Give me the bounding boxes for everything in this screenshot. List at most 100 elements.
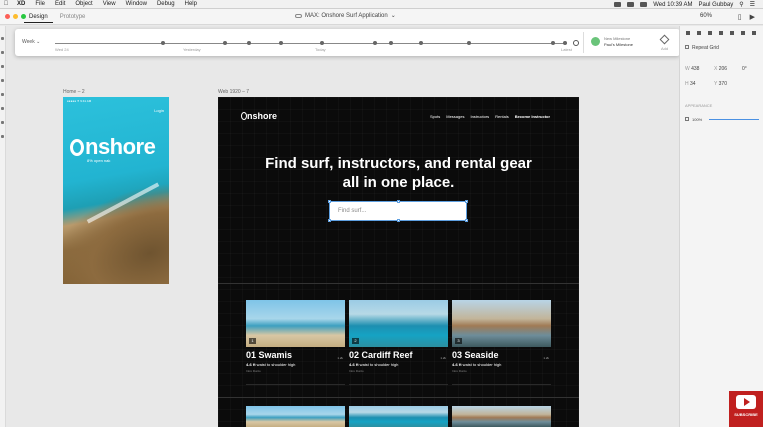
selection-handle[interactable] <box>397 200 400 203</box>
zoom-tool-icon[interactable] <box>1 135 4 138</box>
timeline-point[interactable] <box>161 41 165 45</box>
timeline-point[interactable] <box>320 41 324 45</box>
artboard-label-web[interactable]: Web 1920 – 7 <box>218 89 249 95</box>
timeline-point[interactable] <box>279 41 283 45</box>
web-artboard[interactable]: nshore Spots Messages Instructors Rental… <box>218 97 579 427</box>
menu-item-file[interactable]: File <box>30 1 50 7</box>
property-inspector: Repeat Grid W 438 X 206 0° H 34 Y 370 AP… <box>679 26 763 427</box>
nav-rentals[interactable]: Rentals <box>495 114 509 119</box>
timeline-current-marker[interactable] <box>573 40 579 46</box>
menubar-clock[interactable]: Wed 10:39 AM <box>653 2 692 8</box>
web-brand-text: nshore <box>247 111 278 121</box>
surf-spot-card[interactable]: 3 03 Seaside 1.2k 4-6 ft waist to should… <box>452 300 551 386</box>
rotation-field[interactable]: 0° <box>742 66 747 72</box>
card-meta: 1.2k <box>337 356 343 360</box>
y-field[interactable]: Y 370 <box>714 81 727 87</box>
search-icon[interactable]: ⚲ <box>739 1 743 8</box>
surf-spot-card-image[interactable] <box>349 406 448 427</box>
surf-spot-card[interactable]: 2 02 Cardiff Reef 1.2k 4-6 ft waist to s… <box>349 300 448 386</box>
coast-photo: 2 <box>349 300 448 347</box>
surf-spot-card-image[interactable] <box>246 406 345 427</box>
card-title: 03 Seaside <box>452 350 499 360</box>
design-canvas[interactable]: Week ⌄ Wed 24 Yesterday Today Latest New… <box>6 26 679 427</box>
height-field[interactable]: H 34 <box>685 81 696 87</box>
mobile-login-link[interactable]: Login <box>154 108 164 113</box>
device-preview-icon[interactable]: ▯ <box>738 13 742 21</box>
web-logo[interactable]: nshore <box>241 111 277 121</box>
add-milestone-label: Add <box>661 46 669 51</box>
timeline-point[interactable] <box>419 41 423 45</box>
battery-icon[interactable] <box>640 2 648 7</box>
line-tool-icon[interactable] <box>1 79 4 82</box>
selection-handle[interactable] <box>397 219 400 222</box>
menu-item-edit[interactable]: Edit <box>50 1 70 7</box>
close-window-button[interactable] <box>5 14 10 19</box>
tab-prototype[interactable]: Prototype <box>55 12 91 23</box>
selection-handle[interactable] <box>328 200 331 203</box>
document-title-text: MAX: Onshore Surf Application <box>305 12 388 19</box>
menu-item-view[interactable]: View <box>98 1 121 7</box>
timeline-point[interactable] <box>247 41 251 45</box>
timeline-point[interactable] <box>467 41 471 45</box>
align-right-icon[interactable] <box>708 31 712 35</box>
surf-spot-card[interactable]: 1 01 Swamis 1.2k 4-6 ft waist to shoulde… <box>246 300 345 386</box>
play-preview-icon[interactable]: ▶ <box>750 13 755 21</box>
opacity-field[interactable]: 100% <box>685 117 702 122</box>
subscribe-badge[interactable]: SUBSCRIBE <box>729 391 763 427</box>
selection-handle[interactable] <box>465 219 468 222</box>
align-middle-icon[interactable] <box>730 31 734 35</box>
surf-spot-card-image[interactable] <box>452 406 551 427</box>
tab-design[interactable]: Design <box>24 12 53 23</box>
add-milestone-icon[interactable] <box>659 34 670 45</box>
menubar-user[interactable]: Paul Gubbay <box>699 2 734 8</box>
select-tool-icon[interactable] <box>1 37 4 40</box>
rectangle-tool-icon[interactable] <box>1 51 4 54</box>
menu-item-object[interactable]: Object <box>70 1 97 7</box>
search-input[interactable]: Find surf... <box>328 200 468 222</box>
document-title[interactable]: MAX: Onshore Surf Application ⌄ <box>295 12 396 19</box>
menu-item-xd[interactable]: XD <box>12 1 30 7</box>
zoom-level[interactable]: 60% <box>700 13 712 19</box>
youtube-play-icon <box>736 395 756 409</box>
align-top-icon[interactable] <box>719 31 723 35</box>
align-bottom-icon[interactable] <box>741 31 745 35</box>
artboard-tool-icon[interactable] <box>1 121 4 124</box>
pen-tool-icon[interactable] <box>1 93 4 96</box>
apple-icon[interactable]:  <box>0 1 12 7</box>
menu-list-icon[interactable]: ☰ <box>750 1 755 8</box>
align-center-icon[interactable] <box>697 31 701 35</box>
menu-item-help[interactable]: Help <box>180 1 202 7</box>
timeline-point[interactable] <box>373 41 377 45</box>
selection-handle[interactable] <box>465 200 468 203</box>
timeline-label-yesterday: Yesterday <box>183 47 201 52</box>
version-timeline[interactable]: Week ⌄ Wed 24 Yesterday Today Latest New… <box>15 29 679 56</box>
minimize-window-button[interactable] <box>13 14 18 19</box>
timeline-point[interactable] <box>563 41 567 45</box>
ellipse-tool-icon[interactable] <box>1 65 4 68</box>
timeline-point[interactable] <box>551 41 555 45</box>
selection-handle[interactable] <box>328 219 331 222</box>
timeline-week-select[interactable]: Week ⌄ <box>22 39 40 45</box>
timeline-divider <box>583 32 584 53</box>
nav-messages[interactable]: Messages <box>446 114 464 119</box>
artboard-label-mobile[interactable]: Home – 2 <box>63 89 85 95</box>
opacity-slider[interactable] <box>709 119 759 120</box>
align-left-icon[interactable] <box>686 31 690 35</box>
timeline-point[interactable] <box>389 41 393 45</box>
nav-become-instructor[interactable]: Become Instructor <box>515 114 550 119</box>
x-field[interactable]: X 206 <box>714 66 727 72</box>
wifi-icon[interactable] <box>627 2 635 7</box>
nav-spots[interactable]: Spots <box>430 114 440 119</box>
repeat-grid-button[interactable]: Repeat Grid <box>685 45 719 51</box>
status-icon[interactable] <box>614 2 622 7</box>
mobile-artboard[interactable]: ●●●●● ⁕ 9:41 AM Login nshore 8% open nak <box>63 97 169 284</box>
menu-item-debug[interactable]: Debug <box>152 1 180 7</box>
timeline-point[interactable] <box>223 41 227 45</box>
text-tool-icon[interactable] <box>1 107 4 110</box>
width-field[interactable]: W 438 <box>685 66 699 72</box>
nav-instructors[interactable]: Instructors <box>470 114 489 119</box>
street-photo: 3 <box>452 300 551 347</box>
menu-item-window[interactable]: Window <box>121 1 152 7</box>
milestone-info[interactable]: New Milestone Paul's Milestone <box>604 36 633 48</box>
distribute-icon[interactable] <box>752 31 756 35</box>
